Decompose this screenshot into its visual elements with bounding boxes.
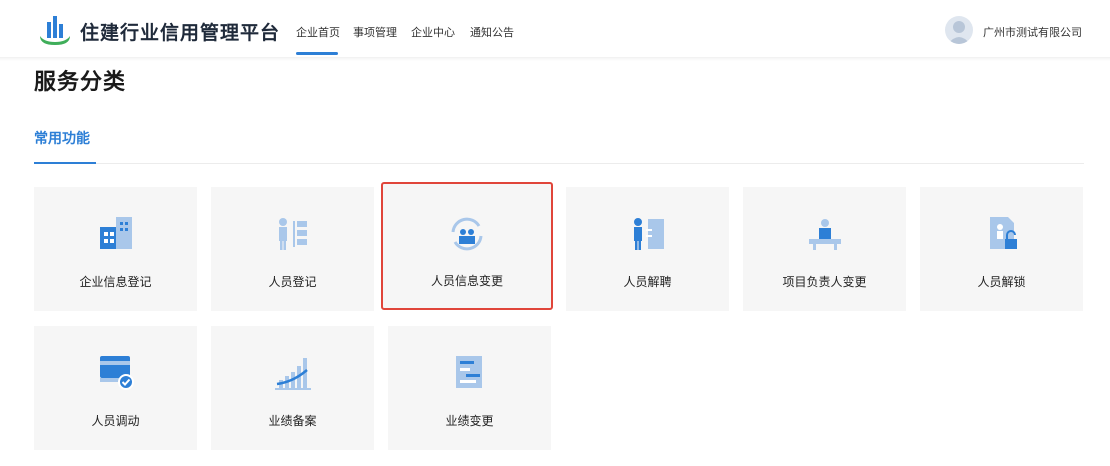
service-card-person-transfer[interactable]: 人员调动 [34, 326, 197, 450]
nav-item-notices[interactable]: 通知公告 [470, 24, 514, 40]
service-card-performance-change[interactable]: 业绩变更 [388, 326, 551, 450]
app-title: 住建行业信用管理平台 [80, 22, 281, 44]
company-name[interactable]: 广州市测试有限公司 [983, 24, 1082, 40]
service-card-performance-record[interactable]: 业绩备案 [211, 326, 374, 450]
top-bar: 住建行业信用管理平台 企业首页 事项管理 企业中心 通知公告 广州市测试有限公司 [0, 0, 1110, 58]
project-leader-icon [808, 219, 841, 250]
service-card-label: 企业信息登记 [79, 275, 152, 289]
person-register-icon [278, 218, 307, 250]
tab-active-underline [34, 162, 96, 164]
tab-common-functions[interactable]: 常用功能 [34, 128, 90, 148]
user-avatar-icon[interactable] [945, 16, 973, 44]
service-card-enterprise-register[interactable]: 企业信息登记 [34, 187, 197, 311]
building-icon [99, 217, 132, 249]
service-card-person-info-change[interactable]: 人员信息变更 [381, 182, 553, 310]
nav-active-indicator [296, 52, 338, 55]
top-bar-shadow [0, 57, 1110, 61]
service-card-label: 人员解锁 [977, 275, 1026, 289]
performance-record-icon [274, 358, 311, 390]
performance-change-icon [455, 356, 482, 388]
service-card-label: 人员解聘 [623, 275, 672, 289]
person-unlock-icon [989, 217, 1017, 249]
service-card-project-leader-change[interactable]: 项目负责人变更 [743, 187, 906, 311]
nav-item-matters[interactable]: 事项管理 [353, 24, 397, 40]
service-card-label: 业绩备案 [268, 414, 317, 428]
service-card-label: 人员信息变更 [430, 274, 503, 288]
nav-item-enterprise-center[interactable]: 企业中心 [411, 24, 455, 40]
person-dismiss-icon [633, 218, 664, 250]
nav-item-home[interactable]: 企业首页 [296, 24, 340, 40]
service-card-person-unlock[interactable]: 人员解锁 [920, 187, 1083, 311]
service-card-label: 业绩变更 [445, 414, 494, 428]
page-title: 服务分类 [34, 70, 127, 95]
service-card-person-register[interactable]: 人员登记 [211, 187, 374, 311]
person-transfer-icon [99, 356, 134, 390]
platform-logo-icon [40, 16, 70, 45]
service-card-label: 项目负责人变更 [782, 275, 867, 289]
service-card-label: 人员登记 [268, 275, 317, 289]
service-card-label: 人员调动 [91, 414, 140, 428]
service-card-person-dismiss[interactable]: 人员解聘 [566, 187, 729, 311]
person-change-icon [451, 217, 483, 251]
section-divider [34, 163, 1084, 164]
